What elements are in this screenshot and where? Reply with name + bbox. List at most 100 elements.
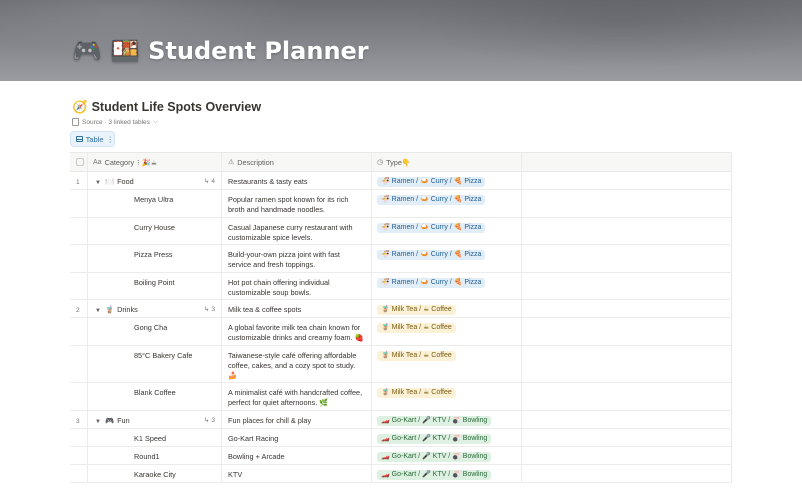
description-cell[interactable]: Popular ramen spot known for its rich br… (222, 190, 372, 217)
column-header-description[interactable]: ⚠ Description (222, 153, 372, 171)
type-tag: 🧋 Milk Tea / ☕ Coffee (377, 351, 456, 361)
row-gutter (70, 218, 88, 244)
place-name-cell[interactable]: Curry House (88, 218, 222, 244)
place-name-cell[interactable]: Round1 (88, 447, 222, 464)
column-header-category-label: Category (104, 157, 135, 167)
header-select-all[interactable] (70, 153, 88, 171)
group-category-cell[interactable]: ▼ 🎮 Fun ↳ 3 (88, 411, 222, 428)
row-gutter (70, 346, 88, 382)
subitem-count[interactable]: ↳ 3 (204, 305, 215, 315)
type-cell[interactable]: 🏎️ Go-Kart / 🎤 KTV / 🎳 Bowling (372, 411, 522, 428)
view-tab-table[interactable]: Table ⋮ (70, 131, 115, 147)
table-row[interactable]: Blank Coffee A minimalist café with hand… (70, 383, 732, 411)
subitem-count[interactable]: ↳ 4 (204, 177, 215, 187)
description-cell[interactable]: A global favorite milk tea chain known f… (222, 318, 372, 345)
table-row[interactable]: Gong Cha A global favorite milk tea chai… (70, 318, 732, 346)
type-cell[interactable]: 🍜 Ramen / 🍛 Curry / 🍕 Pizza (372, 218, 522, 244)
description-cell[interactable]: Go-Kart Racing (222, 429, 372, 446)
subitem-count[interactable]: ↳ 3 (204, 416, 215, 426)
group-category-cell[interactable]: ▼ 🧋 Drinks ↳ 3 (88, 300, 222, 317)
description-cell[interactable]: Restaurants & tasty eats (222, 172, 372, 189)
column-header-type[interactable]: ◷ Type👇 (372, 153, 522, 171)
type-cell[interactable]: 🧋 Milk Tea / ☕ Coffee (372, 300, 522, 317)
page-title-text: Student Planner (148, 37, 369, 65)
type-cell[interactable]: 🍜 Ramen / 🍛 Curry / 🍕 Pizza (372, 273, 522, 299)
type-cell[interactable]: 🧋 Milk Tea / ☕ Coffee (372, 346, 522, 382)
table-row[interactable]: Menya Ultra Popular ramen spot known for… (70, 190, 732, 218)
empty-cell (522, 383, 732, 410)
empty-cell (522, 273, 732, 299)
empty-cell (522, 190, 732, 217)
type-tag: 🏎️ Go-Kart / 🎤 KTV / 🎳 Bowling (377, 434, 492, 444)
group-category-cell[interactable]: ▼ 🍽️ Food ↳ 4 (88, 172, 222, 189)
type-cell[interactable]: 🏎️ Go-Kart / 🎤 KTV / 🎳 Bowling (372, 429, 522, 446)
type-cell[interactable]: 🍜 Ramen / 🍛 Curry / 🍕 Pizza (372, 172, 522, 189)
description-cell[interactable]: Hot pot chain offering individual custom… (222, 273, 372, 299)
empty-cell (522, 218, 732, 244)
table-row[interactable]: 85°C Bakery Cafe Taiwanese-style café of… (70, 346, 732, 383)
place-name-cell[interactable]: Menya Ultra (88, 190, 222, 217)
caret-down-icon[interactable]: ▼ (95, 178, 102, 188)
select-all-checkbox[interactable] (76, 158, 84, 166)
view-options-icon[interactable]: ⋮ (107, 135, 115, 144)
row-number: 3 (70, 411, 88, 428)
table-row[interactable]: Boiling Point Hot pot chain offering ind… (70, 273, 732, 300)
table-row[interactable]: Pizza Press Build-your-own pizza joint w… (70, 245, 732, 273)
place-name-cell[interactable]: Pizza Press (88, 245, 222, 272)
subitem-count-value: 3 (211, 417, 215, 424)
table-row[interactable]: Karaoke City KTV 🏎️ Go-Kart / 🎤 KTV / 🎳 … (70, 465, 732, 483)
type-cell[interactable]: 🧋 Milk Tea / ☕ Coffee (372, 383, 522, 410)
description-cell[interactable]: Bowling + Arcade (222, 447, 372, 464)
chevron-down-icon: ⌵ (152, 118, 158, 125)
type-tag: 🍜 Ramen / 🍛 Curry / 🍕 Pizza (377, 177, 486, 187)
place-name-cell[interactable]: Blank Coffee (88, 383, 222, 410)
table-row[interactable]: Curry House Casual Japanese curry restau… (70, 218, 732, 245)
caret-down-icon[interactable]: ▼ (95, 417, 102, 427)
type-cell[interactable]: 🍜 Ramen / 🍛 Curry / 🍕 Pizza (372, 190, 522, 217)
group-name: Fun (117, 416, 130, 425)
type-tag: 🍜 Ramen / 🍛 Curry / 🍕 Pizza (377, 195, 486, 205)
description-cell[interactable]: KTV (222, 465, 372, 482)
description-cell[interactable]: Fun places for chill & play (222, 411, 372, 428)
page-title: 🎮 🍱 Student Planner (72, 34, 369, 68)
place-name-cell[interactable]: Gong Cha (88, 318, 222, 345)
description-cell[interactable]: Taiwanese-style café offering affordable… (222, 346, 372, 382)
description-cell[interactable]: Milk tea & coffee spots (222, 300, 372, 317)
type-tag: 🧋 Milk Tea / ☕ Coffee (377, 305, 456, 315)
group-name: Food (117, 177, 134, 186)
description-cell[interactable]: Build-your-own pizza joint with fast ser… (222, 245, 372, 272)
page-title-emoji: 🎮 🍱 (72, 37, 141, 65)
row-gutter (70, 245, 88, 272)
type-cell[interactable]: 🏎️ Go-Kart / 🎤 KTV / 🎳 Bowling (372, 465, 522, 482)
database-title[interactable]: 🧭 Student Life Spots Overview (72, 98, 261, 116)
row-gutter (70, 465, 88, 482)
row-gutter (70, 273, 88, 299)
description-cell[interactable]: Casual Japanese curry restaurant with cu… (222, 218, 372, 244)
type-tag: 🍜 Ramen / 🍛 Curry / 🍕 Pizza (377, 223, 486, 233)
table-row[interactable]: Round1 Bowling + Arcade 🏎️ Go-Kart / 🎤 K… (70, 447, 732, 465)
group-row-fun[interactable]: 3 ▼ 🎮 Fun ↳ 3 Fun places for chill & play… (70, 411, 732, 429)
type-cell[interactable]: 🏎️ Go-Kart / 🎤 KTV / 🎳 Bowling (372, 447, 522, 464)
caret-down-icon[interactable]: ▼ (95, 306, 102, 316)
group-row-drinks[interactable]: 2 ▼ 🧋 Drinks ↳ 3 Milk tea & coffee spots … (70, 300, 732, 318)
place-name-cell[interactable]: 85°C Bakery Cafe (88, 346, 222, 382)
place-name-cell[interactable]: Karaoke City (88, 465, 222, 482)
empty-cell (522, 300, 732, 317)
row-gutter (70, 447, 88, 464)
column-header-category[interactable]: Aa Category ⁝ 🎉☕ (88, 153, 222, 171)
type-tag: 🧋 Milk Tea / ☕ Coffee (377, 323, 456, 333)
subitem-icon: ↳ (203, 178, 210, 185)
type-cell[interactable]: 🍜 Ramen / 🍛 Curry / 🍕 Pizza (372, 245, 522, 272)
type-tag: 🏎️ Go-Kart / 🎤 KTV / 🎳 Bowling (377, 452, 492, 462)
database-title-text: Student Life Spots Overview (91, 100, 262, 114)
table-row[interactable]: K1 Speed Go-Kart Racing 🏎️ Go-Kart / 🎤 K… (70, 429, 732, 447)
database-source-selector[interactable]: Source · 3 linked tables ⌵ (72, 117, 158, 127)
place-name-cell[interactable]: K1 Speed (88, 429, 222, 446)
bubble-tea-icon: 🧋 (105, 305, 115, 314)
group-row-food[interactable]: 1 ▼ 🍽️ Food ↳ 4 Restaurants & tasty eats … (70, 172, 732, 190)
row-gutter (70, 318, 88, 345)
description-cell[interactable]: A minimalist café with handcrafted coffe… (222, 383, 372, 410)
place-name-cell[interactable]: Boiling Point (88, 273, 222, 299)
empty-cell (522, 245, 732, 272)
type-cell[interactable]: 🧋 Milk Tea / ☕ Coffee (372, 318, 522, 345)
